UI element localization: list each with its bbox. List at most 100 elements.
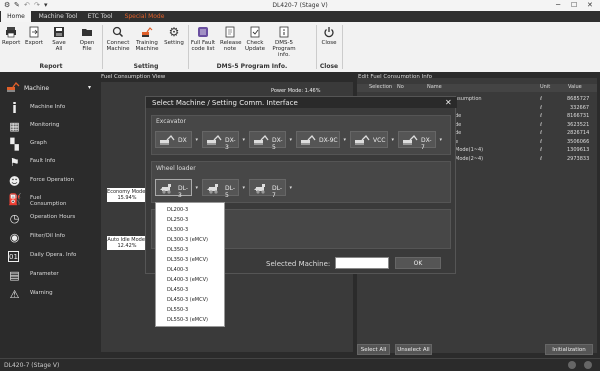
dropdown-item[interactable]: DL250-3 [167, 217, 188, 223]
dropdown-item[interactable]: DL300-3 [167, 227, 188, 233]
dropdown-item[interactable]: DL400-3 [167, 267, 188, 273]
machine-button-dl-5[interactable]: DL-5 ▾ [202, 179, 245, 199]
save-all-button[interactable]: Save All [48, 26, 70, 52]
maximize-icon[interactable]: ☐ [571, 1, 577, 9]
sidebar-item-monitoring[interactable]: ▦ Monitoring [0, 118, 97, 136]
power-icon [324, 27, 334, 38]
setting-button[interactable]: ⚙ Setting [164, 26, 184, 46]
fault-icon: ⚑ [9, 156, 20, 169]
unselect-all-button[interactable]: Unselect All [395, 344, 432, 355]
machine-button-dl-3[interactable]: DL-3 ▾ [155, 179, 198, 199]
dropdown-item[interactable]: DL300-3 (eMCV) [167, 237, 208, 243]
selected-machine-label: Selected Machine: [266, 260, 331, 268]
excavator-icon [7, 82, 20, 92]
release-note-button[interactable]: Release note [220, 26, 242, 52]
sidebar-item-label: Fault Info [30, 158, 56, 164]
title-bar: ⚙ ✎ ↶ ↷ ▾ DL420-7 (Stage V) ─ ☐ ✕ [0, 0, 600, 11]
machine-button-vcc[interactable]: VCC ▾ [350, 131, 394, 148]
training-machine-button[interactable]: Training Machine [134, 26, 160, 52]
dms5-info-label: DMS-5 Program info. [272, 40, 296, 58]
export-button[interactable]: Export [24, 26, 44, 46]
full-fault-button[interactable]: Full Fault code list [190, 26, 216, 52]
tab-machine-tool[interactable]: Machine Tool [38, 11, 78, 22]
chevron-down-icon: ▾ [242, 185, 245, 191]
tab-etc-tool[interactable]: ETC Tool [85, 11, 115, 22]
dropdown-item[interactable]: DL450-3 (eMCV) [167, 297, 208, 303]
group-setting-label: Setting [133, 63, 159, 70]
tab-special-mode[interactable]: Special Mode [122, 11, 167, 22]
dropdown-item[interactable]: DL200-3 [167, 207, 188, 213]
group-report-label: Report [39, 63, 63, 70]
calendar-icon: 01 [8, 251, 19, 262]
dropdown-item[interactable]: DL550-3 [167, 307, 188, 313]
warning-icon: ⚠ [9, 288, 20, 301]
excavator-icon [355, 135, 370, 145]
sidebar-item-machine-info[interactable]: i Machine Info [0, 100, 97, 118]
initialization-button[interactable]: Initialization [545, 344, 593, 355]
open-file-label: Open File [79, 40, 95, 52]
machine-button-label: DX-9C [319, 137, 338, 144]
chevron-down-icon: ▾ [289, 137, 292, 143]
dropdown-item[interactable]: DL550-3 (eMCV) [167, 317, 208, 323]
machine-button-dx[interactable]: DX ▾ [155, 131, 198, 148]
sidebar-item-label: Force Operation [30, 177, 74, 183]
sidebar-item-force-operation[interactable]: ☻ Force Operation [0, 173, 97, 191]
save-all-label: Save All [52, 40, 66, 52]
chevron-down-icon: ▾ [88, 84, 92, 91]
open-file-button[interactable]: Open File [75, 26, 99, 52]
col-selection: Selection [369, 84, 393, 90]
oil-icon: ◉ [9, 231, 20, 244]
sidebar-item-daily-opera[interactable]: 01 Daily Opera. Info [0, 248, 97, 266]
col-no: No [397, 84, 404, 90]
update-icon [250, 26, 260, 38]
report-button[interactable]: Report [2, 26, 20, 46]
clock-icon: ◷ [9, 212, 20, 225]
chevron-down-icon: ▾ [439, 137, 442, 143]
close-icon[interactable]: ✕ [587, 1, 593, 9]
machine-button-dx-7[interactable]: DX-7 ▾ [398, 131, 442, 151]
dialog-close-icon[interactable]: ✕ [445, 98, 452, 107]
chevron-down-icon: ▾ [195, 137, 198, 143]
note-icon [225, 26, 235, 38]
sidebar-item-filter-oil[interactable]: ◉ Filter/Oil Info [0, 229, 97, 247]
fuel-icon: ⛽ [8, 193, 22, 206]
chevron-down-icon: ▾ [195, 185, 198, 191]
check-update-button[interactable]: Check Update [244, 26, 266, 52]
ok-button[interactable]: OK [395, 257, 441, 269]
dropdown-item[interactable]: DL400-3 (eMCV) [167, 277, 208, 283]
sidebar-item-operation-hours[interactable]: ◷ Operation Hours [0, 210, 97, 228]
chevron-down-icon: ▾ [391, 137, 394, 143]
machine-button-dx-3[interactable]: DX-3 ▾ [202, 131, 245, 151]
ribbon-separator [188, 25, 189, 69]
machine-button-dx-9c[interactable]: DX-9C ▾ [296, 131, 346, 148]
printer-icon [6, 27, 16, 38]
dropdown-item[interactable]: DL350-3 [167, 247, 188, 253]
machine-button-dl-7[interactable]: DL-7 ▾ [249, 179, 292, 199]
status-indicator-icon [568, 361, 576, 369]
sidebar-item-graph[interactable]: ▚ Graph [0, 136, 97, 154]
col-name: Name [427, 84, 442, 90]
excavator-icon [254, 135, 269, 145]
parameter-icon: ▤ [9, 269, 20, 282]
sidebar-item-label: Graph [30, 140, 47, 146]
connect-machine-button[interactable]: Connect Machine [106, 26, 130, 52]
row-unit: ℓ [540, 122, 543, 128]
monitor-icon: ▦ [9, 120, 20, 133]
select-all-button[interactable]: Select All [357, 344, 390, 355]
sidebar-item-fuel-consumption[interactable]: ⛽ Fuel Consumption [0, 191, 97, 211]
dropdown-item[interactable]: DL450-3 [167, 287, 188, 293]
sidebar-item-warning[interactable]: ⚠ Warning [0, 286, 97, 304]
dms5-info-button[interactable]: DMS-5 Program info. [270, 26, 298, 58]
ribbon-tabs: Home Machine Tool ETC Tool Special Mode [0, 11, 600, 22]
wheel-loader-icon [207, 184, 218, 194]
sidebar-item-fault-info[interactable]: ⚑ Fault Info [0, 154, 97, 172]
close-button[interactable]: Close [320, 26, 338, 46]
row-unit: ℓ [540, 113, 543, 119]
sidebar-item-parameter[interactable]: ▤ Parameter [0, 267, 97, 285]
dropdown-item[interactable]: DL350-3 (eMCV) [167, 257, 208, 263]
minimize-icon[interactable]: ─ [556, 1, 560, 9]
selected-machine-field[interactable] [335, 257, 389, 269]
machine-selector[interactable]: Machine ▾ [2, 82, 96, 94]
tab-home[interactable]: Home [1, 11, 31, 22]
machine-button-dx-5[interactable]: DX-5 ▾ [249, 131, 292, 151]
